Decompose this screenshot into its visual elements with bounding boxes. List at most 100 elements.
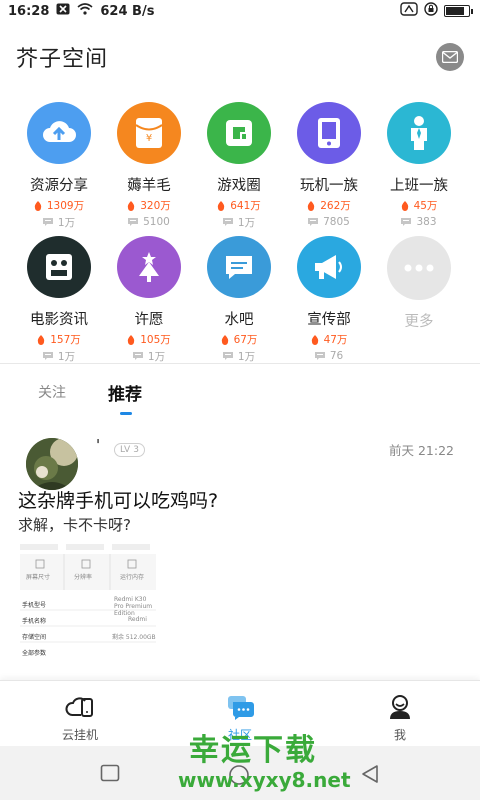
forum-name: 上班一族	[390, 178, 448, 194]
nav-cloud[interactable]: 云挂机	[20, 681, 140, 747]
comment-icon	[132, 351, 143, 360]
comment-value: 1万	[57, 216, 76, 229]
comment-value: 383	[416, 216, 437, 229]
flame-icon	[308, 200, 315, 211]
image-text: 存储空间	[22, 634, 47, 641]
comment-icon	[128, 217, 139, 226]
comment-value: 1万	[237, 216, 256, 229]
flame-icon	[128, 200, 135, 211]
forum-grid: 资源分享 1309万 1万 ¥ 薅羊毛 320万 5100 游戏圈 641万 1万 玩机一族 262万…	[14, 100, 466, 364]
lock-rotation-icon	[424, 2, 438, 20]
comment-icon	[42, 351, 53, 360]
heat-value: 262万	[320, 200, 351, 213]
comment-stat: 7805	[308, 215, 350, 231]
post-image[interactable]: 屏幕尺寸 分辨率 运行内存 手机型号 Redmi K30 Pro Premium…	[18, 540, 158, 670]
svg-text:¥: ¥	[146, 133, 152, 144]
user-icon	[390, 695, 410, 719]
cloud-phone-icon	[65, 697, 93, 717]
heat-value: 47万	[323, 334, 348, 347]
comment-icon	[42, 217, 53, 226]
heat-stat: 262万	[307, 198, 351, 214]
comment-value: 5100	[143, 216, 170, 229]
watermark-title: 幸运下载	[189, 733, 317, 768]
forum-item[interactable]: ¥ 薅羊毛 320万 5100	[104, 100, 194, 230]
flame-icon	[34, 200, 42, 211]
heat-stat: 105万	[127, 332, 171, 348]
post-time: 前天 21:22	[389, 443, 454, 458]
tree-icon	[117, 236, 181, 298]
forum-item[interactable]: 上班一族 45万 383	[374, 100, 464, 230]
forum-item[interactable]: 游戏圈 641万 1万	[194, 100, 284, 230]
status-bar: 16:28 624 B/s	[0, 0, 480, 22]
close-box-icon	[56, 3, 70, 19]
comment-stat: 383	[401, 215, 437, 231]
heat-stat: 320万	[127, 198, 171, 214]
forum-name: 水吧	[224, 312, 254, 328]
heat-stat: 1309万	[34, 198, 84, 214]
flame-icon	[401, 200, 408, 211]
tab-indicator	[120, 412, 132, 415]
watermark-url: www.xyxy8.net	[178, 768, 351, 792]
flame-icon	[218, 200, 225, 211]
level-number: 3	[133, 445, 139, 455]
clock: 16:28	[8, 3, 50, 19]
comment-value: 1万	[237, 350, 256, 363]
page-title: 芥子空间	[16, 47, 109, 72]
comment-stat: 1万	[222, 349, 256, 365]
forum-item[interactable]: 电影资讯 157万 1万	[14, 234, 104, 364]
back-button[interactable]	[360, 764, 380, 784]
comment-icon	[314, 351, 325, 360]
heat-value: 105万	[140, 334, 171, 347]
avatar[interactable]	[26, 438, 78, 490]
nav-cloud-label: 云挂机	[61, 728, 98, 742]
forum-name: 电影资讯	[30, 312, 88, 328]
wifi-icon	[77, 3, 93, 19]
heat-value: 67万	[233, 334, 258, 347]
comment-stat: 1万	[222, 215, 256, 231]
comment-stat: 1万	[42, 215, 76, 231]
comment-icon	[222, 217, 233, 226]
image-text: 剩余 512.00GB	[112, 634, 156, 641]
forum-item[interactable]: 水吧 67万 1万	[194, 234, 284, 364]
nav-me[interactable]: 我	[340, 681, 460, 747]
forum-item[interactable]: 玩机一族 262万 7805	[284, 100, 374, 230]
heat-stat: 641万	[217, 198, 261, 214]
forum-name: 更多	[404, 314, 434, 330]
film-icon	[27, 236, 91, 298]
nfc-icon	[400, 2, 418, 20]
comment-icon	[308, 217, 319, 226]
mail-button[interactable]	[436, 43, 464, 71]
heat-value: 1309万	[46, 200, 85, 213]
comment-value: 7805	[323, 216, 350, 229]
post-subtitle[interactable]: 求解，卡不卡呀?	[18, 514, 131, 535]
comment-stat: 1万	[132, 349, 165, 365]
phone-icon	[297, 102, 361, 164]
forum-name: 宣传部	[307, 312, 351, 328]
flame-icon	[221, 334, 228, 345]
username[interactable]: '	[96, 436, 100, 454]
forum-name: 资源分享	[30, 178, 88, 194]
heat-value: 320万	[140, 200, 171, 213]
tab-follow[interactable]: 关注	[38, 382, 66, 402]
recents-button[interactable]	[100, 764, 120, 782]
nav-me-label: 我	[393, 728, 406, 742]
flame-icon	[128, 334, 135, 345]
forum-item[interactable]: 许愿 105万 1万	[104, 234, 194, 364]
watermark: 幸运下载 www.xyxy8.net	[178, 733, 351, 793]
red-packet-icon: ¥	[117, 102, 181, 164]
heat-stat: 157万	[37, 332, 81, 348]
tab-recommend[interactable]: 推荐	[108, 380, 142, 405]
forum-name: 薅羊毛	[127, 178, 171, 194]
forum-item[interactable]: 更多	[374, 234, 464, 364]
forum-name: 许愿	[134, 312, 164, 328]
image-text: Redmi	[128, 616, 147, 623]
megaphone-icon	[297, 236, 361, 298]
level-badge: LV 3	[114, 443, 145, 457]
forum-item[interactable]: 宣传部 47万 76	[284, 234, 374, 364]
battery-icon	[444, 5, 473, 17]
post-title[interactable]: 这杂牌手机可以吃鸡吗?	[18, 486, 218, 513]
image-text: 屏幕尺寸	[26, 574, 51, 581]
forum-item[interactable]: 资源分享 1309万 1万	[14, 100, 104, 230]
image-text: 运行内存	[120, 574, 145, 581]
chat-icon	[207, 236, 271, 298]
